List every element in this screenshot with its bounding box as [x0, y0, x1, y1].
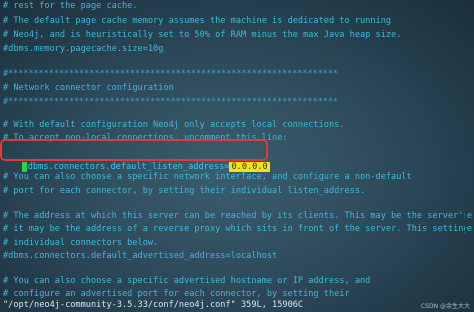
overflow-char: e	[466, 224, 472, 234]
cursor-block	[21, 162, 27, 172]
setting-value-highlight: 0.0.0.0	[229, 162, 270, 172]
watermark-text: CSDN @余生大大	[420, 303, 470, 310]
vim-status-bar: "/opt/neo4j-community-3.5.33/conf/neo4j.…	[3, 300, 304, 310]
setting-property: dbms.connectors.default_listen_address=	[27, 162, 230, 172]
config-setting-line: #dbms.memory.pagecache.size=10g	[3, 44, 164, 54]
config-comment-line: # configure an advertised port for each …	[3, 289, 350, 299]
section-divider-line: #***************************************…	[3, 97, 338, 107]
config-comment-line: # Neo4j, and is heuristically set to 50%…	[3, 30, 402, 40]
config-setting-line: #dbms.connectors.default_advertised_addr…	[3, 251, 278, 261]
terminal-window: # rest for the page cache. # The default…	[0, 0, 474, 312]
overflow-char: e	[466, 211, 472, 221]
config-comment-line: # You can also choose a specific network…	[3, 172, 412, 182]
highlight-annotation-box	[0, 139, 268, 161]
section-heading-line: # Network connector configuration	[3, 83, 174, 93]
config-comment-line: # port for each connector, by setting th…	[3, 186, 366, 196]
config-comment-line: # You can also choose a specific adverti…	[3, 276, 371, 286]
section-divider-line: #***************************************…	[3, 69, 338, 79]
config-comment-line: # The address at which this server can b…	[3, 211, 465, 221]
config-comment-line: # The default page cache memory assumes …	[3, 16, 392, 26]
config-comment-line: # individual connectors below.	[3, 238, 159, 248]
config-comment-line: # With default configuration Neo4j only …	[3, 120, 345, 130]
config-comment-line: # rest for the page cache.	[3, 1, 138, 11]
config-comment-line: # it may be the address of a reverse pro…	[3, 224, 465, 234]
